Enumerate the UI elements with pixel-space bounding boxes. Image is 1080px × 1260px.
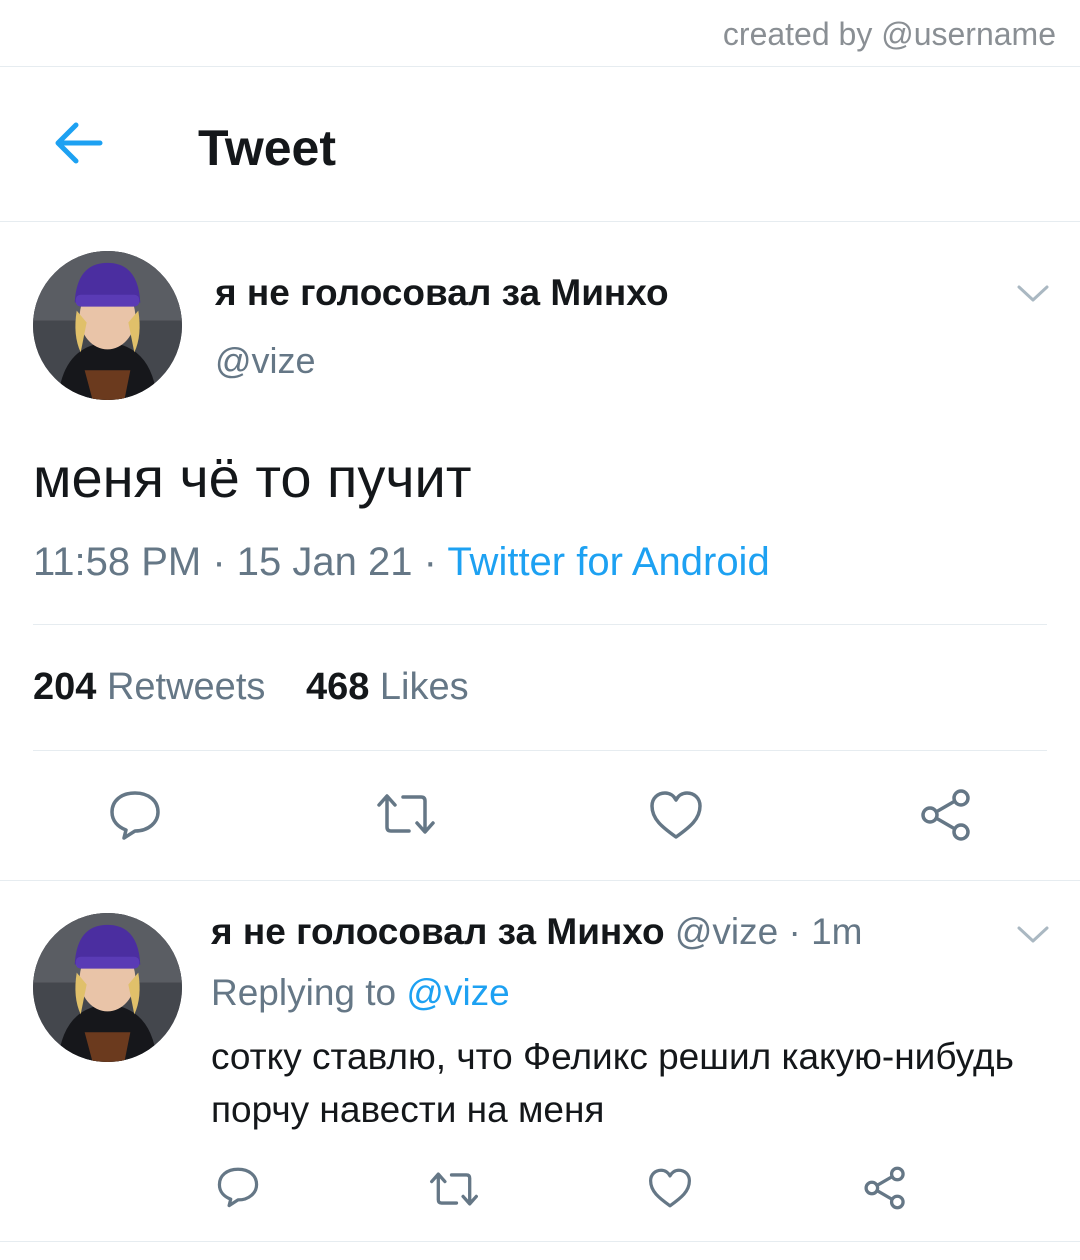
credit-bar: created by @username xyxy=(0,0,1080,67)
replying-to-link[interactable]: @vize xyxy=(406,972,509,1013)
reply-icon[interactable] xyxy=(108,789,162,841)
avatar[interactable] xyxy=(33,251,182,400)
back-arrow-icon[interactable] xyxy=(50,119,104,167)
divider xyxy=(0,1241,1080,1242)
reply-text: сотку ставлю, что Феликс решил какую-ниб… xyxy=(211,1036,1014,1130)
meta-separator: · xyxy=(778,911,812,952)
meta-separator: · xyxy=(201,540,237,584)
chevron-down-icon[interactable] xyxy=(1016,924,1050,946)
divider xyxy=(33,750,1047,751)
tweet-time: 11:58 PM xyxy=(33,540,202,584)
reply-icon[interactable] xyxy=(216,1166,260,1208)
retweet-icon[interactable] xyxy=(375,791,437,837)
author-handle[interactable]: @vize xyxy=(215,340,316,382)
heart-icon[interactable] xyxy=(647,1167,693,1209)
retweets-count[interactable]: 204 xyxy=(33,666,96,708)
likes-label[interactable]: Likes xyxy=(380,666,469,708)
share-icon[interactable] xyxy=(862,1165,908,1211)
likes-count[interactable]: 468 xyxy=(306,666,369,708)
heart-icon[interactable] xyxy=(648,789,704,841)
page-title: Tweet xyxy=(198,120,336,176)
tweet-source-link[interactable]: Twitter for Android xyxy=(447,540,769,584)
reply-author-name[interactable]: я не голосовал за Минхо xyxy=(211,911,665,952)
reply-time: 1m xyxy=(811,911,863,952)
retweets-label[interactable]: Retweets xyxy=(107,666,265,708)
tweet-meta: 11:58 PM · 15 Jan 21 · Twitter for Andro… xyxy=(33,540,770,585)
reply-header: я не голосовал за Минхо @vize · 1m xyxy=(211,911,862,953)
tweet-text: меня чё то пучит xyxy=(33,446,472,509)
reply-author-handle[interactable]: @vize xyxy=(675,911,778,952)
replying-label: Replying to xyxy=(211,972,397,1013)
meta-separator: · xyxy=(412,540,448,584)
divider xyxy=(33,624,1047,625)
author-display-name[interactable]: я не голосовал за Минхо xyxy=(215,272,669,314)
reply-avatar[interactable] xyxy=(33,913,182,1062)
share-icon[interactable] xyxy=(918,787,974,843)
credit-text: created by @username xyxy=(722,16,1056,52)
tweet-date: 15 Jan 21 xyxy=(236,540,413,584)
section-divider xyxy=(0,880,1080,881)
replying-to: Replying to @vize xyxy=(211,972,510,1014)
retweet-icon[interactable] xyxy=(428,1170,480,1208)
tweet-stats: 204 Retweets 468 Likes xyxy=(33,666,469,709)
chevron-down-icon[interactable] xyxy=(1016,283,1050,305)
top-bar: Tweet xyxy=(0,67,1080,222)
